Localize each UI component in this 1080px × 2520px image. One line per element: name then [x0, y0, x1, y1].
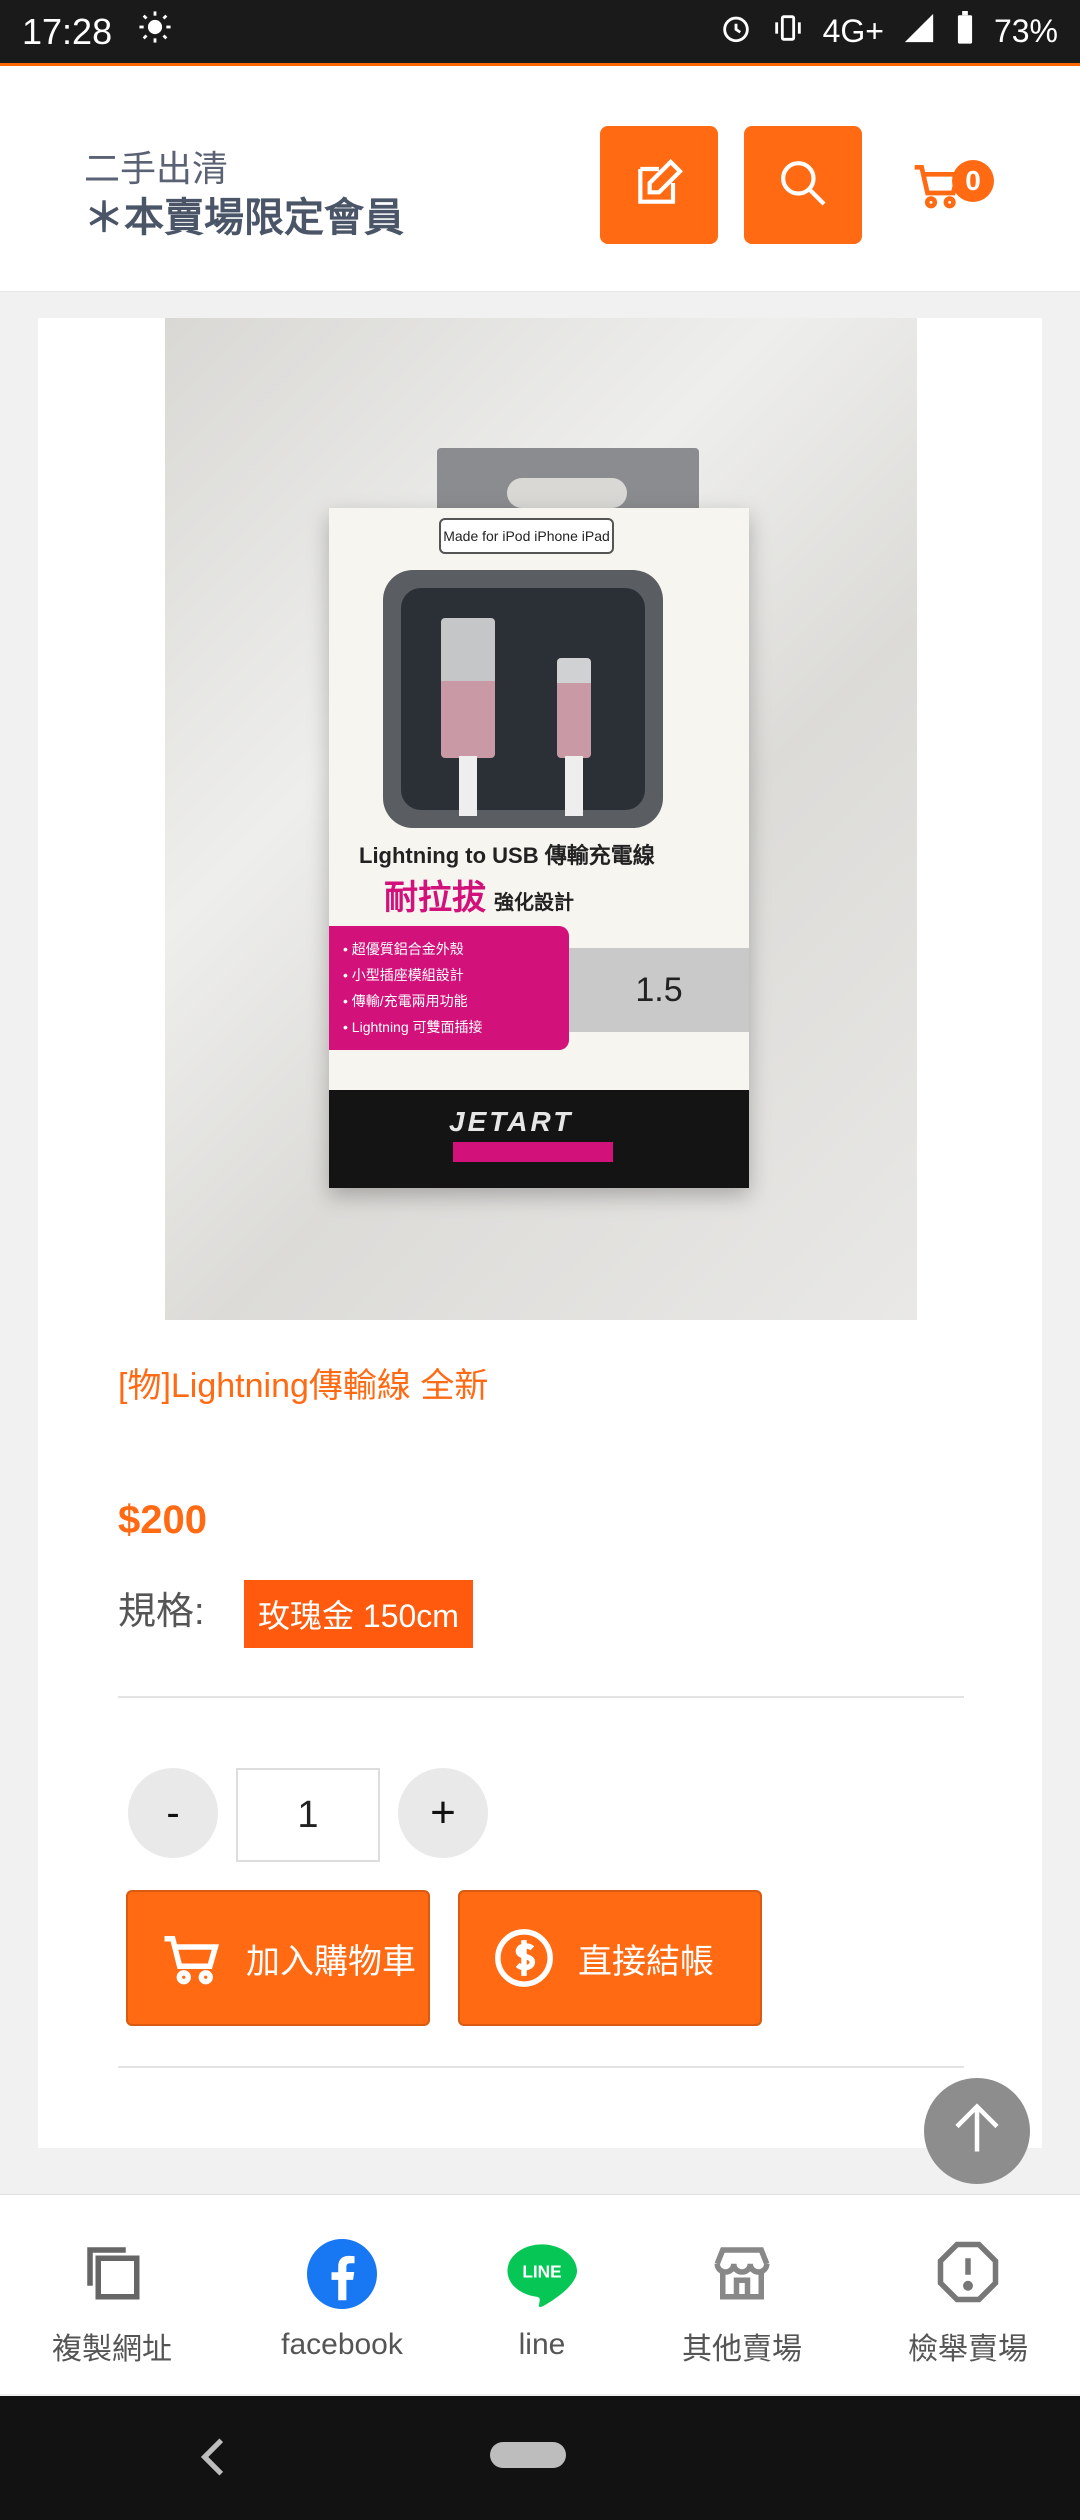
made-for-label: Made for iPod iPhone iPad: [439, 518, 614, 554]
package-length: 1.5: [569, 948, 749, 1032]
app-header: 二手出清 ＊本賣場限定會員 0: [0, 66, 1080, 292]
facebook-icon: [307, 2239, 377, 2314]
system-nav-bar: [0, 2396, 1080, 2520]
tab-label: 檢舉賣場: [908, 2333, 1028, 2366]
checkout-label: 直接結帳: [578, 1942, 714, 1981]
product-price: $200: [118, 1498, 207, 1542]
scroll-to-top-button[interactable]: [924, 2078, 1030, 2184]
add-to-cart-label: 加入購物車: [246, 1942, 416, 1981]
brand-logo-bar: [453, 1142, 613, 1162]
spec-option[interactable]: 玫瑰金 150cm: [244, 1580, 473, 1648]
cart-icon: [152, 1918, 232, 1998]
svg-text:LINE: LINE: [522, 2262, 561, 2282]
package-window: [383, 570, 663, 828]
package-features: • 超優質鋁合金外殼 • 小型插座模組設計 • 傳輸/充電兩用功能 • Ligh…: [329, 926, 569, 1050]
signal-icon: [902, 11, 936, 53]
tab-report-store[interactable]: 檢舉賣場: [868, 2239, 1068, 2368]
divider: [118, 2066, 964, 2068]
tab-facebook[interactable]: facebook: [242, 2239, 442, 2362]
tab-label: line: [518, 2328, 566, 2361]
package-line1: Lightning to USB 傳輸充電線: [359, 843, 655, 868]
product-card: Made for iPod iPhone iPad Lightning to U…: [38, 318, 1042, 2148]
status-time: 17:28: [22, 10, 113, 52]
tab-label: 其他賣場: [682, 2333, 802, 2366]
alarm-icon: [719, 11, 753, 53]
checkout-button[interactable]: 直接結帳: [458, 1890, 762, 2026]
store-brand[interactable]: 二手出清 ＊本賣場限定會員: [84, 146, 404, 244]
spec-label: 規格:: [118, 1591, 205, 1633]
package-front: Made for iPod iPhone iPad Lightning to U…: [329, 508, 749, 1188]
tab-other-stores[interactable]: 其他賣場: [642, 2239, 842, 2368]
tab-line[interactable]: LINE line: [442, 2239, 642, 2362]
cart-count-badge: 0: [952, 160, 994, 202]
edit-icon: [631, 155, 687, 216]
tab-label: 複製網址: [52, 2333, 172, 2366]
quantity-input[interactable]: [236, 1768, 380, 1862]
status-bar: 17:28 4G+ 73%: [0, 0, 1080, 66]
brightness-icon: [138, 10, 172, 53]
network-label: 4G+: [822, 13, 884, 49]
quantity-increase-button[interactable]: +: [398, 1768, 488, 1858]
line-icon: LINE: [505, 2239, 579, 2314]
tab-label: facebook: [281, 2328, 403, 2361]
copy-icon: [79, 2239, 145, 2310]
package-bottom: [329, 1090, 749, 1188]
divider: [118, 1696, 964, 1698]
arrow-up-icon: [947, 2099, 1007, 2164]
edit-button[interactable]: [600, 126, 718, 244]
search-button[interactable]: [744, 126, 862, 244]
store-subtitle: 二手出清: [84, 148, 229, 189]
search-icon: [775, 155, 831, 216]
quantity-decrease-button[interactable]: -: [128, 1768, 218, 1858]
add-to-cart-button[interactable]: 加入購物車: [126, 1890, 430, 2026]
battery-level: 73%: [993, 13, 1058, 49]
dollar-icon: [484, 1918, 564, 1998]
bottom-tab-bar: 複製網址 facebook LINE line 其他賣場 檢舉賣場: [0, 2194, 1080, 2394]
vibrate-icon: [771, 11, 805, 53]
tab-copy-url[interactable]: 複製網址: [12, 2239, 212, 2368]
store-icon: [709, 2239, 775, 2310]
back-icon[interactable]: [190, 2432, 240, 2482]
home-pill[interactable]: [490, 2442, 566, 2468]
product-image[interactable]: Made for iPod iPhone iPad Lightning to U…: [165, 318, 917, 1320]
product-title: [物]Lightning傳輸線 全新: [118, 1367, 489, 1405]
package-line2: 耐拉拔 強化設計: [384, 879, 574, 917]
report-icon: [935, 2239, 1001, 2310]
store-title: ＊本賣場限定會員: [84, 196, 404, 240]
battery-icon: [954, 10, 976, 53]
brand-logo: JETART: [449, 1106, 574, 1137]
